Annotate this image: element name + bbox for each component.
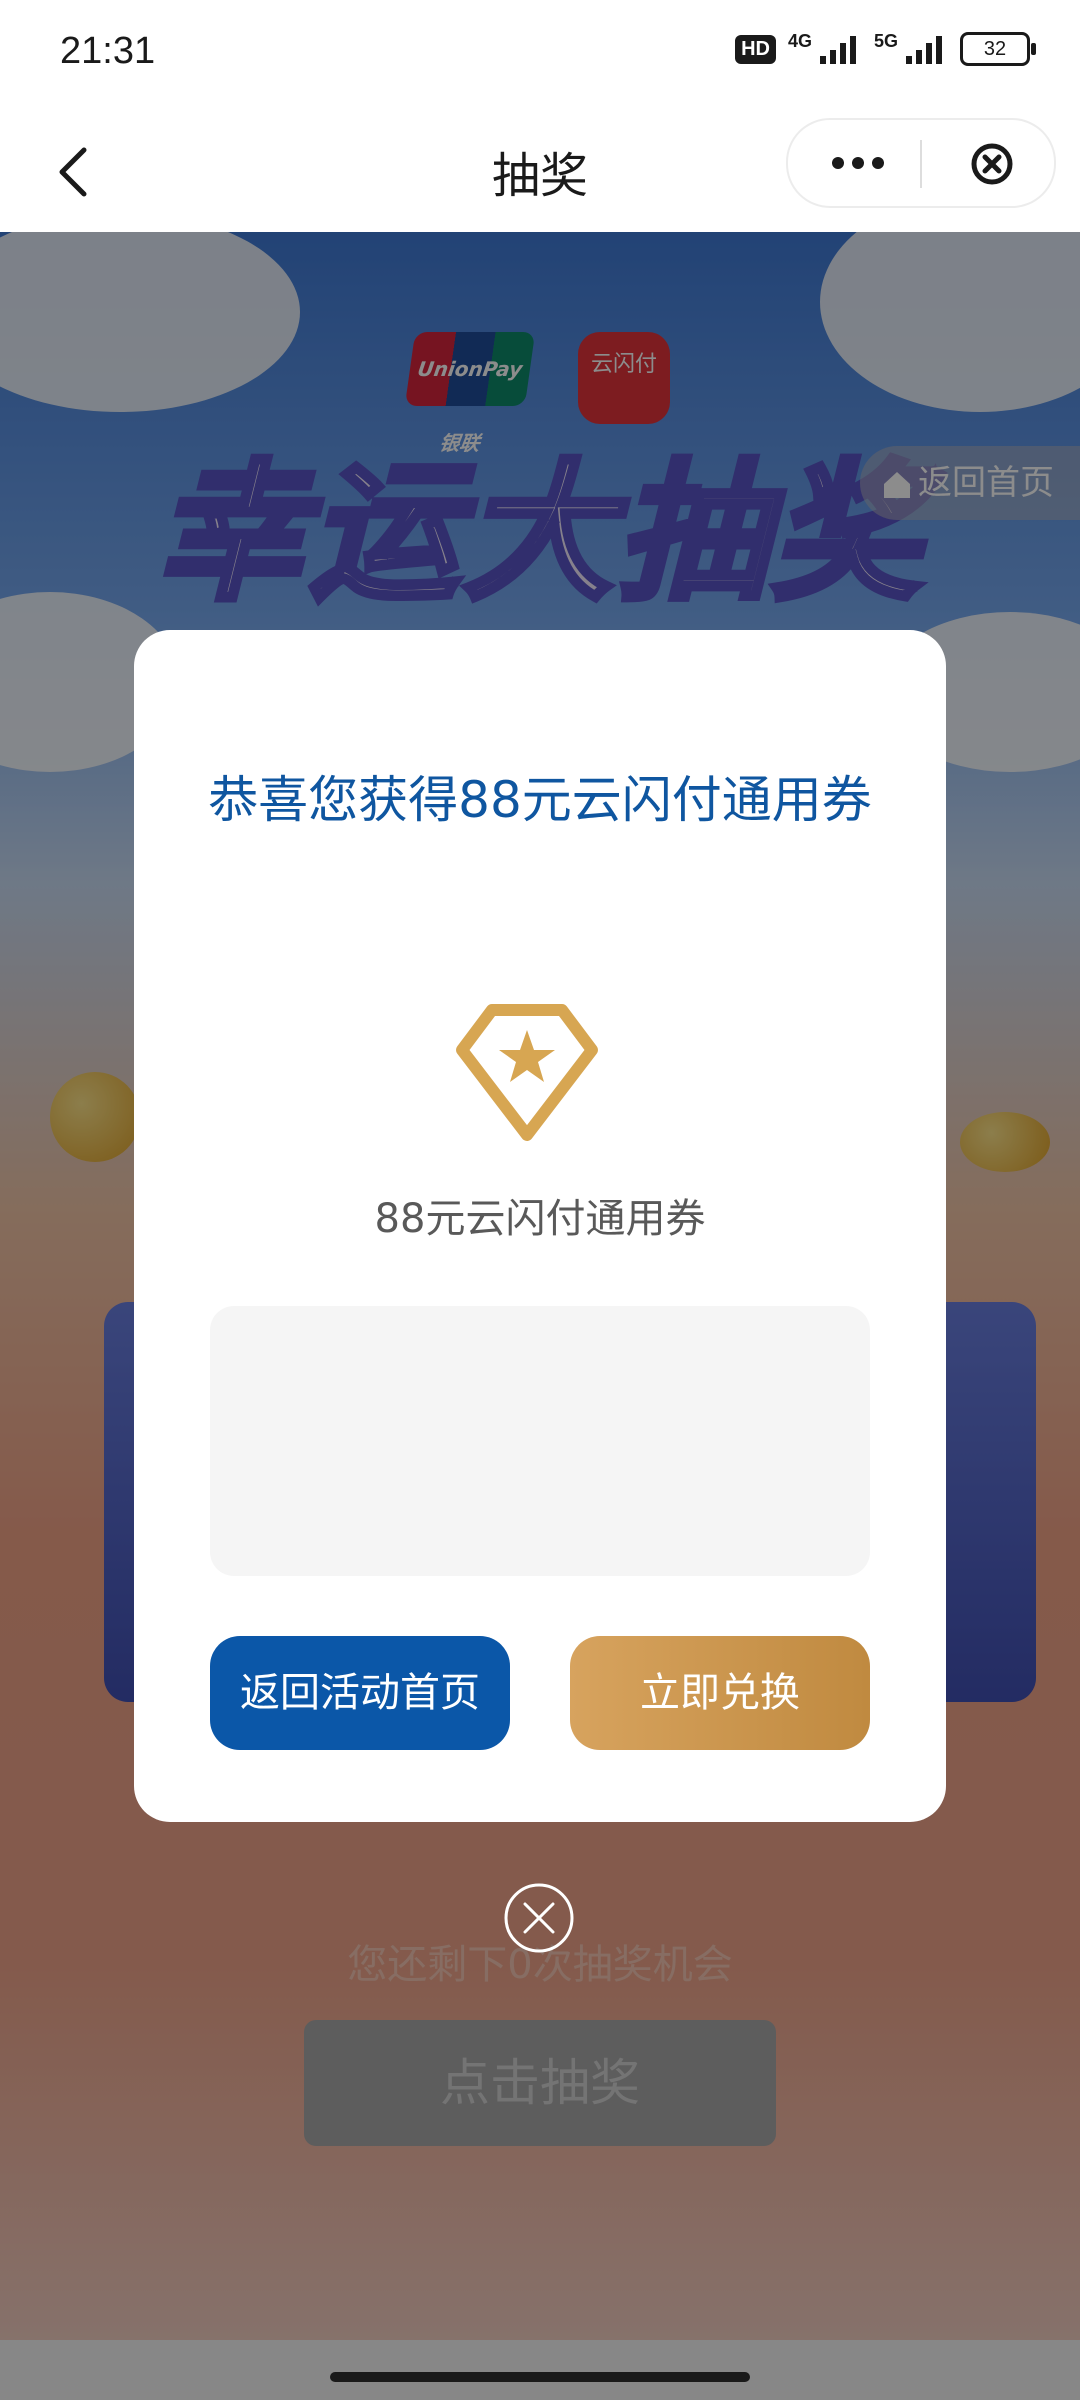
prize-name: 88元云闪付通用券 (374, 1196, 706, 1242)
prize-info-box (210, 1306, 870, 1576)
more-dots-icon[interactable] (828, 143, 888, 183)
nav-bar: 抽奖 (0, 108, 1080, 232)
redeem-now-button[interactable]: 立即兑换 (570, 1636, 870, 1750)
network-5g-label: 5G (873, 30, 898, 51)
status-time: 21:31 (60, 30, 156, 72)
hd-badge: HD (735, 34, 776, 64)
back-to-activity-button[interactable]: 返回活动首页 (210, 1636, 510, 1750)
network-4g-label: 4G (787, 30, 812, 51)
capsule-divider (920, 140, 922, 188)
status-bar: 21:31 HD 4G 5G 32 (0, 0, 1080, 108)
close-icon[interactable] (503, 1882, 575, 1954)
mini-program-capsule (786, 118, 1056, 208)
close-circle-icon[interactable] (970, 142, 1014, 186)
signal-icon (819, 36, 856, 64)
signal-icon (906, 36, 942, 64)
prize-modal: 恭喜您获得88元云闪付通用券 88元云闪付通用券 返回活动首页 立即兑换 (134, 630, 946, 1822)
home-indicator (330, 2372, 750, 2382)
prize-modal-title: 恭喜您获得88元云闪付通用券 (208, 771, 872, 829)
status-icons: HD 4G 5G 32 (735, 30, 1036, 66)
diamond-star-icon (456, 1004, 598, 1141)
battery-indicator: 32 (960, 32, 1036, 66)
